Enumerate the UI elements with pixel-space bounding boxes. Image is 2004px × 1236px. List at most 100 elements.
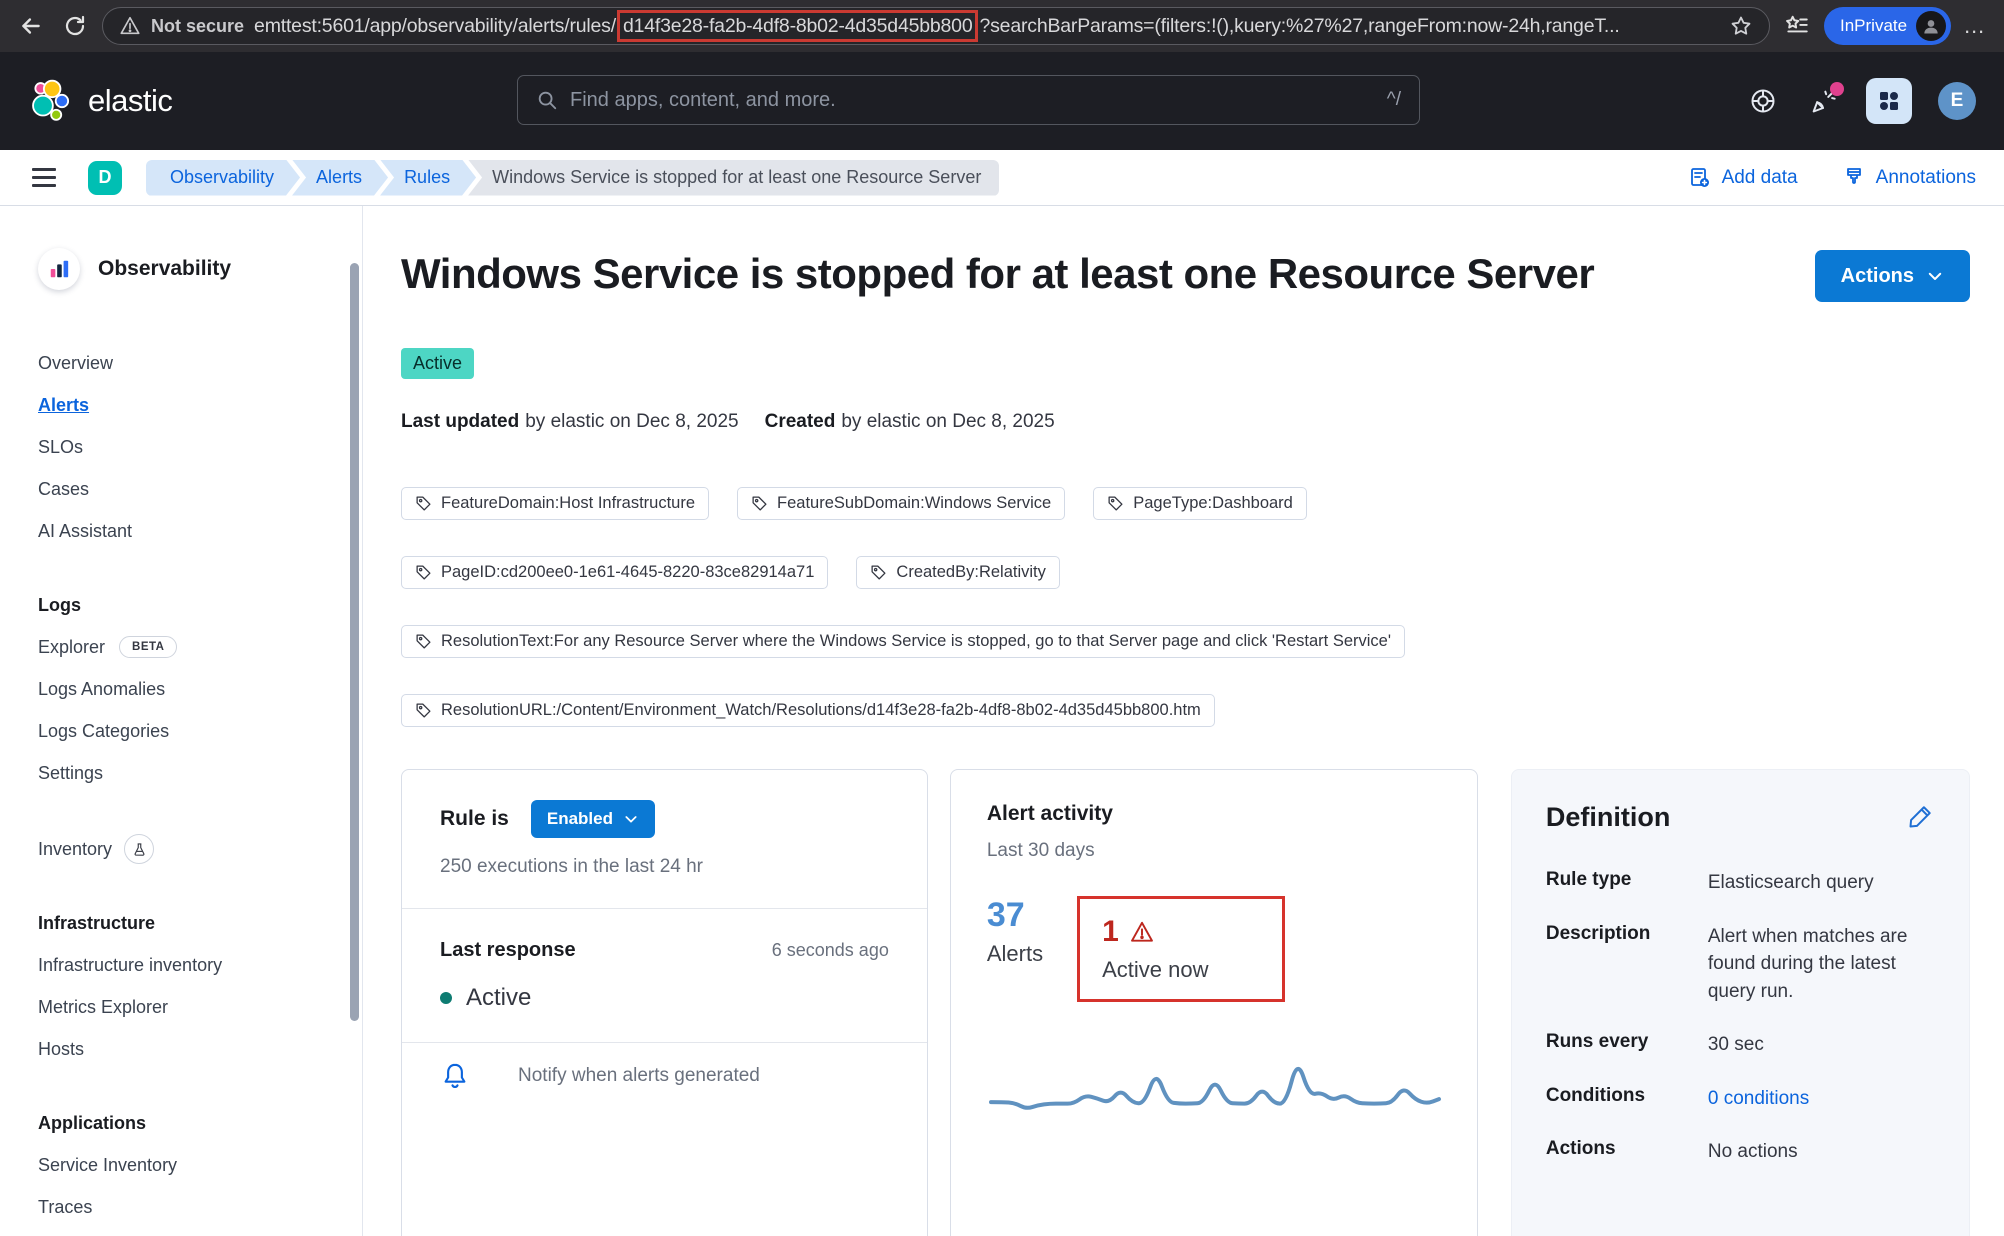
- url-text[interactable]: emttest:5601/app/observability/alerts/ru…: [254, 15, 1620, 38]
- menu-hamburger-icon[interactable]: [28, 164, 60, 191]
- favorites-bar-icon[interactable]: [1780, 9, 1814, 43]
- tag-resolution-text[interactable]: ResolutionText:For any Resource Server w…: [401, 625, 1405, 658]
- global-search[interactable]: ^/: [517, 75, 1420, 125]
- breadcrumb-rules[interactable]: Rules: [380, 160, 476, 196]
- bookmark-star-icon[interactable]: [1729, 14, 1753, 38]
- annotations-brush-icon: [1842, 166, 1866, 190]
- observability-app-icon: [38, 248, 80, 290]
- sidebar-item-metrics-explorer[interactable]: Metrics Explorer: [38, 986, 362, 1028]
- last-updated-label: Last updated: [401, 411, 519, 432]
- breadcrumb-alerts[interactable]: Alerts: [292, 160, 388, 196]
- beta-badge: BETA: [119, 636, 177, 658]
- tag-icon: [415, 495, 432, 512]
- breadcrumb-current: Windows Service is stopped for at least …: [468, 160, 999, 196]
- sidebar-nav: Overview Alerts SLOs Cases AI Assistant …: [38, 342, 362, 1228]
- tag-icon: [415, 702, 432, 719]
- conditions-link[interactable]: 0 conditions: [1708, 1085, 1935, 1113]
- url-highlight-annotation: d14f3e28-fa2b-4df8-8b02-4d35d45bb800: [617, 10, 979, 42]
- sidebar-item-explorer[interactable]: Explorer BETA: [38, 626, 362, 668]
- apps-grid-icon[interactable]: [1866, 78, 1912, 124]
- inprivate-label: InPrivate: [1840, 16, 1907, 36]
- tag-page-type[interactable]: PageType:Dashboard: [1093, 487, 1307, 520]
- chevron-down-icon: [1926, 267, 1944, 285]
- breadcrumb: Observability Alerts Rules Windows Servi…: [146, 160, 999, 196]
- sidebar-item-hosts[interactable]: Hosts: [38, 1028, 362, 1070]
- description-value: Alert when matches are found during the …: [1708, 923, 1935, 1006]
- runs-every-value: 30 sec: [1708, 1031, 1935, 1059]
- sidebar-item-overview[interactable]: Overview: [38, 342, 362, 384]
- notify-text: Notify when alerts generated: [518, 1065, 760, 1087]
- sidebar-scrollbar[interactable]: [350, 263, 359, 1021]
- edit-pencil-icon[interactable]: [1907, 802, 1935, 830]
- runs-every-label: Runs every: [1546, 1031, 1694, 1059]
- rule-meta: Last updatedby elastic on Dec 8, 2025Cre…: [401, 411, 1970, 433]
- user-avatar[interactable]: E: [1938, 82, 1976, 120]
- breadcrumb-bar: D Observability Alerts Rules Windows Ser…: [0, 150, 2004, 206]
- enabled-dropdown-button[interactable]: Enabled: [531, 800, 655, 838]
- browser-reload-icon[interactable]: [58, 9, 92, 43]
- not-secure-label[interactable]: Not secure: [151, 16, 244, 37]
- annotations-button[interactable]: Annotations: [1842, 166, 1976, 190]
- alert-activity-range: Last 30 days: [987, 840, 1441, 862]
- warning-triangle-icon: [1129, 919, 1155, 945]
- news-feed-icon[interactable]: [1806, 84, 1840, 118]
- sidebar-item-alerts[interactable]: Alerts: [38, 384, 362, 426]
- rule-type-label: Rule type: [1546, 869, 1694, 897]
- definition-panel: Definition Rule type Elasticsearch query…: [1511, 769, 1970, 1236]
- tag-resolution-url[interactable]: ResolutionURL:/Content/Environment_Watch…: [401, 694, 1215, 727]
- main-content: Windows Service is stopped for at least …: [363, 206, 2004, 1236]
- search-input[interactable]: [570, 89, 1375, 112]
- sidebar-item-inventory[interactable]: Inventory: [38, 828, 362, 870]
- sidebar-section-infrastructure: Infrastructure: [38, 902, 362, 944]
- tag-feature-subdomain[interactable]: FeatureSubDomain:Windows Service: [737, 487, 1065, 520]
- tag-icon: [870, 564, 887, 581]
- last-response-label: Last response: [440, 939, 576, 962]
- alerts-count: 37: [987, 896, 1043, 935]
- browser-back-icon[interactable]: [14, 9, 48, 43]
- actions-button[interactable]: Actions: [1815, 250, 1970, 302]
- last-response-time: 6 seconds ago: [772, 940, 889, 961]
- tag-icon: [1107, 495, 1124, 512]
- space-badge[interactable]: D: [88, 161, 122, 195]
- page-title: Windows Service is stopped for at least …: [401, 250, 1771, 298]
- sidebar-item-infrastructure-inventory[interactable]: Infrastructure inventory: [38, 944, 362, 986]
- breadcrumb-observability[interactable]: Observability: [146, 160, 300, 196]
- search-shortcut-hint: ^/: [1387, 89, 1401, 111]
- alert-activity-title: Alert activity: [987, 802, 1441, 826]
- sidebar-item-slos[interactable]: SLOs: [38, 426, 362, 468]
- alerts-count-label: Alerts: [987, 941, 1043, 967]
- rule-type-value: Elasticsearch query: [1708, 869, 1935, 897]
- elastic-brand[interactable]: elastic: [28, 78, 172, 124]
- actions-value: No actions: [1708, 1138, 1935, 1166]
- health-status-dot: [440, 992, 452, 1004]
- help-icon[interactable]: [1746, 84, 1780, 118]
- actions-label: Actions: [1546, 1138, 1694, 1166]
- sidebar-item-traces[interactable]: Traces: [38, 1186, 362, 1228]
- sidebar-item-logs-categories[interactable]: Logs Categories: [38, 710, 362, 752]
- inprivate-badge[interactable]: InPrivate: [1824, 7, 1951, 45]
- add-data-icon: [1688, 166, 1712, 190]
- browser-profile-icon: [1916, 11, 1946, 41]
- flask-icon: [124, 834, 154, 864]
- sidebar-item-logs-anomalies[interactable]: Logs Anomalies: [38, 668, 362, 710]
- sidebar-item-cases[interactable]: Cases: [38, 468, 362, 510]
- status-badge: Active: [401, 348, 474, 379]
- sidebar-item-settings[interactable]: Settings: [38, 752, 362, 794]
- elastic-logo-icon: [28, 78, 74, 124]
- description-label: Description: [1546, 923, 1694, 1006]
- executions-text: 250 executions in the last 24 hr: [440, 856, 889, 878]
- search-icon: [536, 89, 558, 111]
- tag-created-by[interactable]: CreatedBy:Relativity: [856, 556, 1059, 589]
- tag-icon: [415, 633, 432, 650]
- active-now-annotation-box: 1 Active now: [1077, 896, 1285, 1002]
- browser-toolbar: Not secure emttest:5601/app/observabilit…: [0, 0, 2004, 52]
- address-bar[interactable]: Not secure emttest:5601/app/observabilit…: [102, 7, 1770, 45]
- browser-menu-icon[interactable]: …: [1963, 13, 1987, 39]
- tag-page-id[interactable]: PageID:cd200ee0-1e61-4645-8220-83ce82914…: [401, 556, 828, 589]
- alert-activity-sparkline: [987, 1028, 1441, 1120]
- sidebar-item-ai-assistant[interactable]: AI Assistant: [38, 510, 362, 552]
- sidebar-item-service-inventory[interactable]: Service Inventory: [38, 1144, 362, 1186]
- add-data-button[interactable]: Add data: [1688, 166, 1798, 190]
- not-secure-warning-icon: [119, 15, 141, 37]
- tag-feature-domain[interactable]: FeatureDomain:Host Infrastructure: [401, 487, 709, 520]
